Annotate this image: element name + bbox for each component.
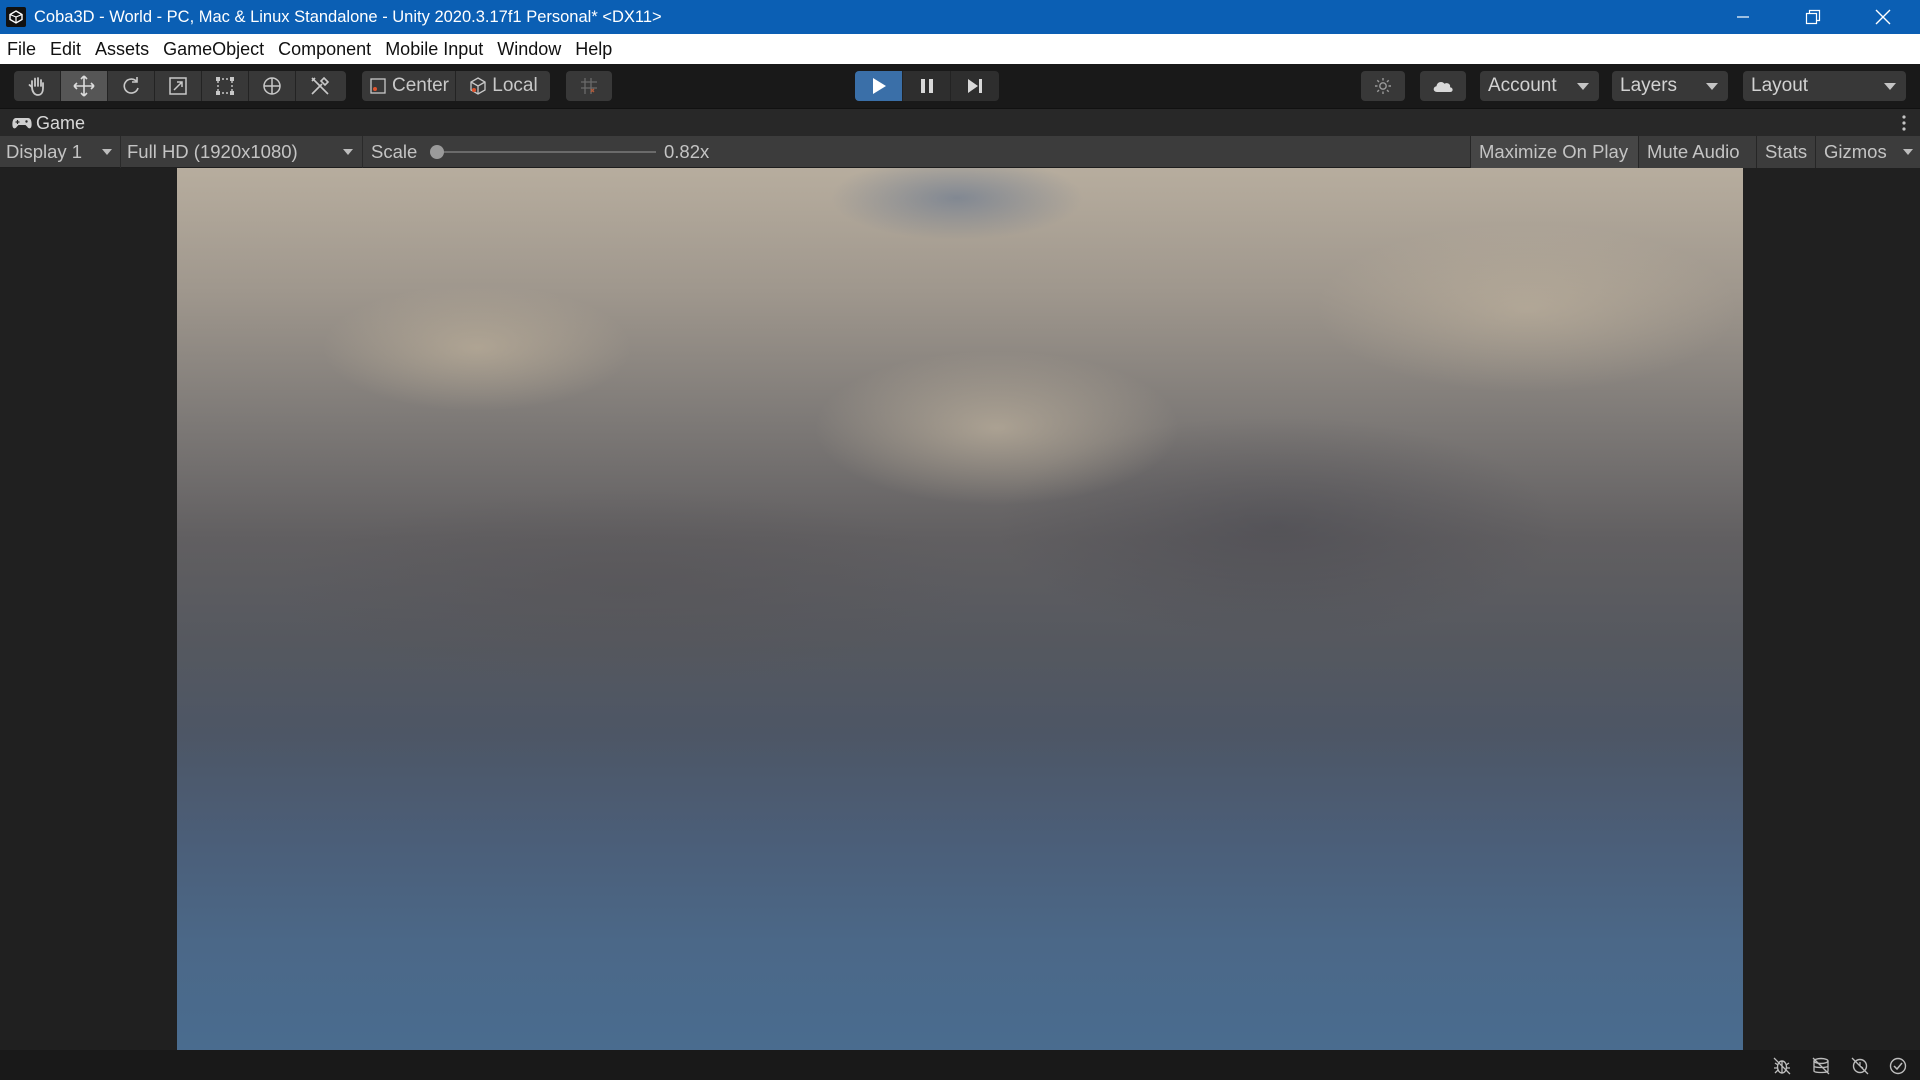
pivot-mode-button[interactable]: Center <box>362 71 456 101</box>
grid-snap-icon <box>581 78 597 94</box>
pivot-rotation-label: Local <box>492 75 538 96</box>
chevron-down-icon <box>1706 83 1718 90</box>
layout-label: Layout <box>1751 75 1809 96</box>
rect-transform-icon <box>216 77 234 95</box>
mute-audio-label: Mute Audio <box>1647 141 1740 162</box>
gizmos-label: Gizmos <box>1824 141 1887 162</box>
tab-game[interactable]: Game <box>0 109 96 137</box>
restore-icon <box>1805 9 1821 25</box>
tab-game-label: Game <box>36 112 86 133</box>
display-label: Display 1 <box>6 141 83 162</box>
scale-label: Scale <box>362 136 417 168</box>
play-button[interactable] <box>855 71 903 101</box>
scale-slider-track[interactable] <box>436 151 656 153</box>
stats-label: Stats <box>1765 141 1808 162</box>
gamepad-icon <box>12 118 32 129</box>
pause-button[interactable] <box>903 71 951 101</box>
menu-assets[interactable]: Assets <box>88 39 156 60</box>
services-button[interactable] <box>1361 71 1405 101</box>
scale-tool-button[interactable] <box>155 71 202 101</box>
panel-tab-bar: Game <box>0 108 1920 136</box>
sun-icon <box>1375 78 1391 94</box>
rotate-icon <box>123 77 139 94</box>
auto-generate-lighting-icon[interactable] <box>1850 1056 1870 1076</box>
play-icon <box>872 78 886 94</box>
step-button[interactable] <box>951 71 999 101</box>
lighting-group <box>1361 71 1405 101</box>
status-bar <box>0 1050 1920 1080</box>
menu-file[interactable]: File <box>0 39 43 60</box>
menu-bar: File Edit Assets GameObject Component Mo… <box>0 34 1920 64</box>
layers-dropdown[interactable]: Layers <box>1612 71 1728 101</box>
grid-snap-group <box>566 71 612 101</box>
cache-server-icon[interactable] <box>1811 1056 1831 1076</box>
close-button[interactable] <box>1848 0 1918 34</box>
layout-dropdown[interactable]: Layout <box>1743 71 1906 101</box>
gizmos-toggle[interactable]: Gizmos <box>1815 136 1920 168</box>
transform-icon <box>263 77 281 95</box>
menu-gameobject[interactable]: GameObject <box>156 39 271 60</box>
cloud-icon <box>1433 82 1453 92</box>
debug-bug-icon[interactable] <box>1772 1056 1792 1076</box>
scale-icon <box>169 77 187 95</box>
grid-snap-button[interactable] <box>566 71 612 101</box>
scale-slider-thumb[interactable] <box>430 145 444 159</box>
resolution-dropdown[interactable]: Full HD (1920x1080) <box>120 136 358 168</box>
game-viewport-area <box>0 168 1920 1050</box>
hand-tool-button[interactable] <box>14 71 61 101</box>
progress-check-icon[interactable] <box>1888 1056 1908 1076</box>
scale-value: 0.82x <box>664 141 710 162</box>
rotate-tool-button[interactable] <box>108 71 155 101</box>
pivot-toggles: Center Local <box>362 71 550 101</box>
maximize-on-play-label: Maximize On Play <box>1479 141 1629 162</box>
mute-audio-toggle[interactable]: Mute Audio <box>1638 136 1756 168</box>
maximize-on-play-toggle[interactable]: Maximize On Play <box>1470 136 1638 168</box>
display-dropdown[interactable]: Display 1 <box>6 136 118 168</box>
transform-tool-button[interactable] <box>249 71 296 101</box>
transform-tools <box>14 71 346 101</box>
game-view-toolbar: Display 1 Full HD (1920x1080) Scale 0.82… <box>0 136 1920 168</box>
stats-toggle[interactable]: Stats <box>1756 136 1815 168</box>
account-dropdown[interactable]: Account <box>1480 71 1599 101</box>
hand-icon <box>28 77 44 96</box>
minimize-icon <box>1737 16 1749 18</box>
chevron-down-icon <box>1903 149 1913 155</box>
rect-tool-button[interactable] <box>202 71 249 101</box>
account-label: Account <box>1488 75 1557 96</box>
step-icon <box>968 79 982 93</box>
local-cube-icon <box>470 77 486 95</box>
move-tool-button[interactable] <box>61 71 108 101</box>
cloud-button[interactable] <box>1420 71 1466 101</box>
window-title: Coba3D - World - PC, Mac & Linux Standal… <box>34 7 662 26</box>
window-title-bar: Coba3D - World - PC, Mac & Linux Standal… <box>0 0 1920 34</box>
game-view-render[interactable] <box>177 168 1743 1050</box>
chevron-down-icon <box>102 149 112 155</box>
cloud-group <box>1420 71 1466 101</box>
editor-toolbar: Center Local Account Layers Layout <box>0 64 1920 108</box>
chevron-down-icon <box>1577 83 1589 90</box>
pause-icon <box>920 79 933 93</box>
tools-icon <box>310 76 329 95</box>
unity-app-icon <box>6 7 26 27</box>
play-controls <box>855 71 999 101</box>
more-options-icon[interactable] <box>1902 115 1906 131</box>
menu-mobile-input[interactable]: Mobile Input <box>378 39 490 60</box>
pivot-rotation-button[interactable]: Local <box>456 71 550 101</box>
restore-button[interactable] <box>1778 0 1848 34</box>
custom-tool-button[interactable] <box>296 71 343 101</box>
pivot-center-icon <box>370 78 386 94</box>
move-icon <box>73 75 95 97</box>
layers-label: Layers <box>1620 75 1678 96</box>
pivot-mode-label: Center <box>391 75 450 96</box>
chevron-down-icon <box>343 149 353 155</box>
menu-edit[interactable]: Edit <box>43 39 88 60</box>
chevron-down-icon <box>1884 83 1896 90</box>
menu-help[interactable]: Help <box>568 39 619 60</box>
resolution-label: Full HD (1920x1080) <box>127 141 298 162</box>
minimize-button[interactable] <box>1708 0 1778 34</box>
menu-component[interactable]: Component <box>271 39 378 60</box>
menu-window[interactable]: Window <box>490 39 568 60</box>
close-icon <box>1875 9 1891 25</box>
